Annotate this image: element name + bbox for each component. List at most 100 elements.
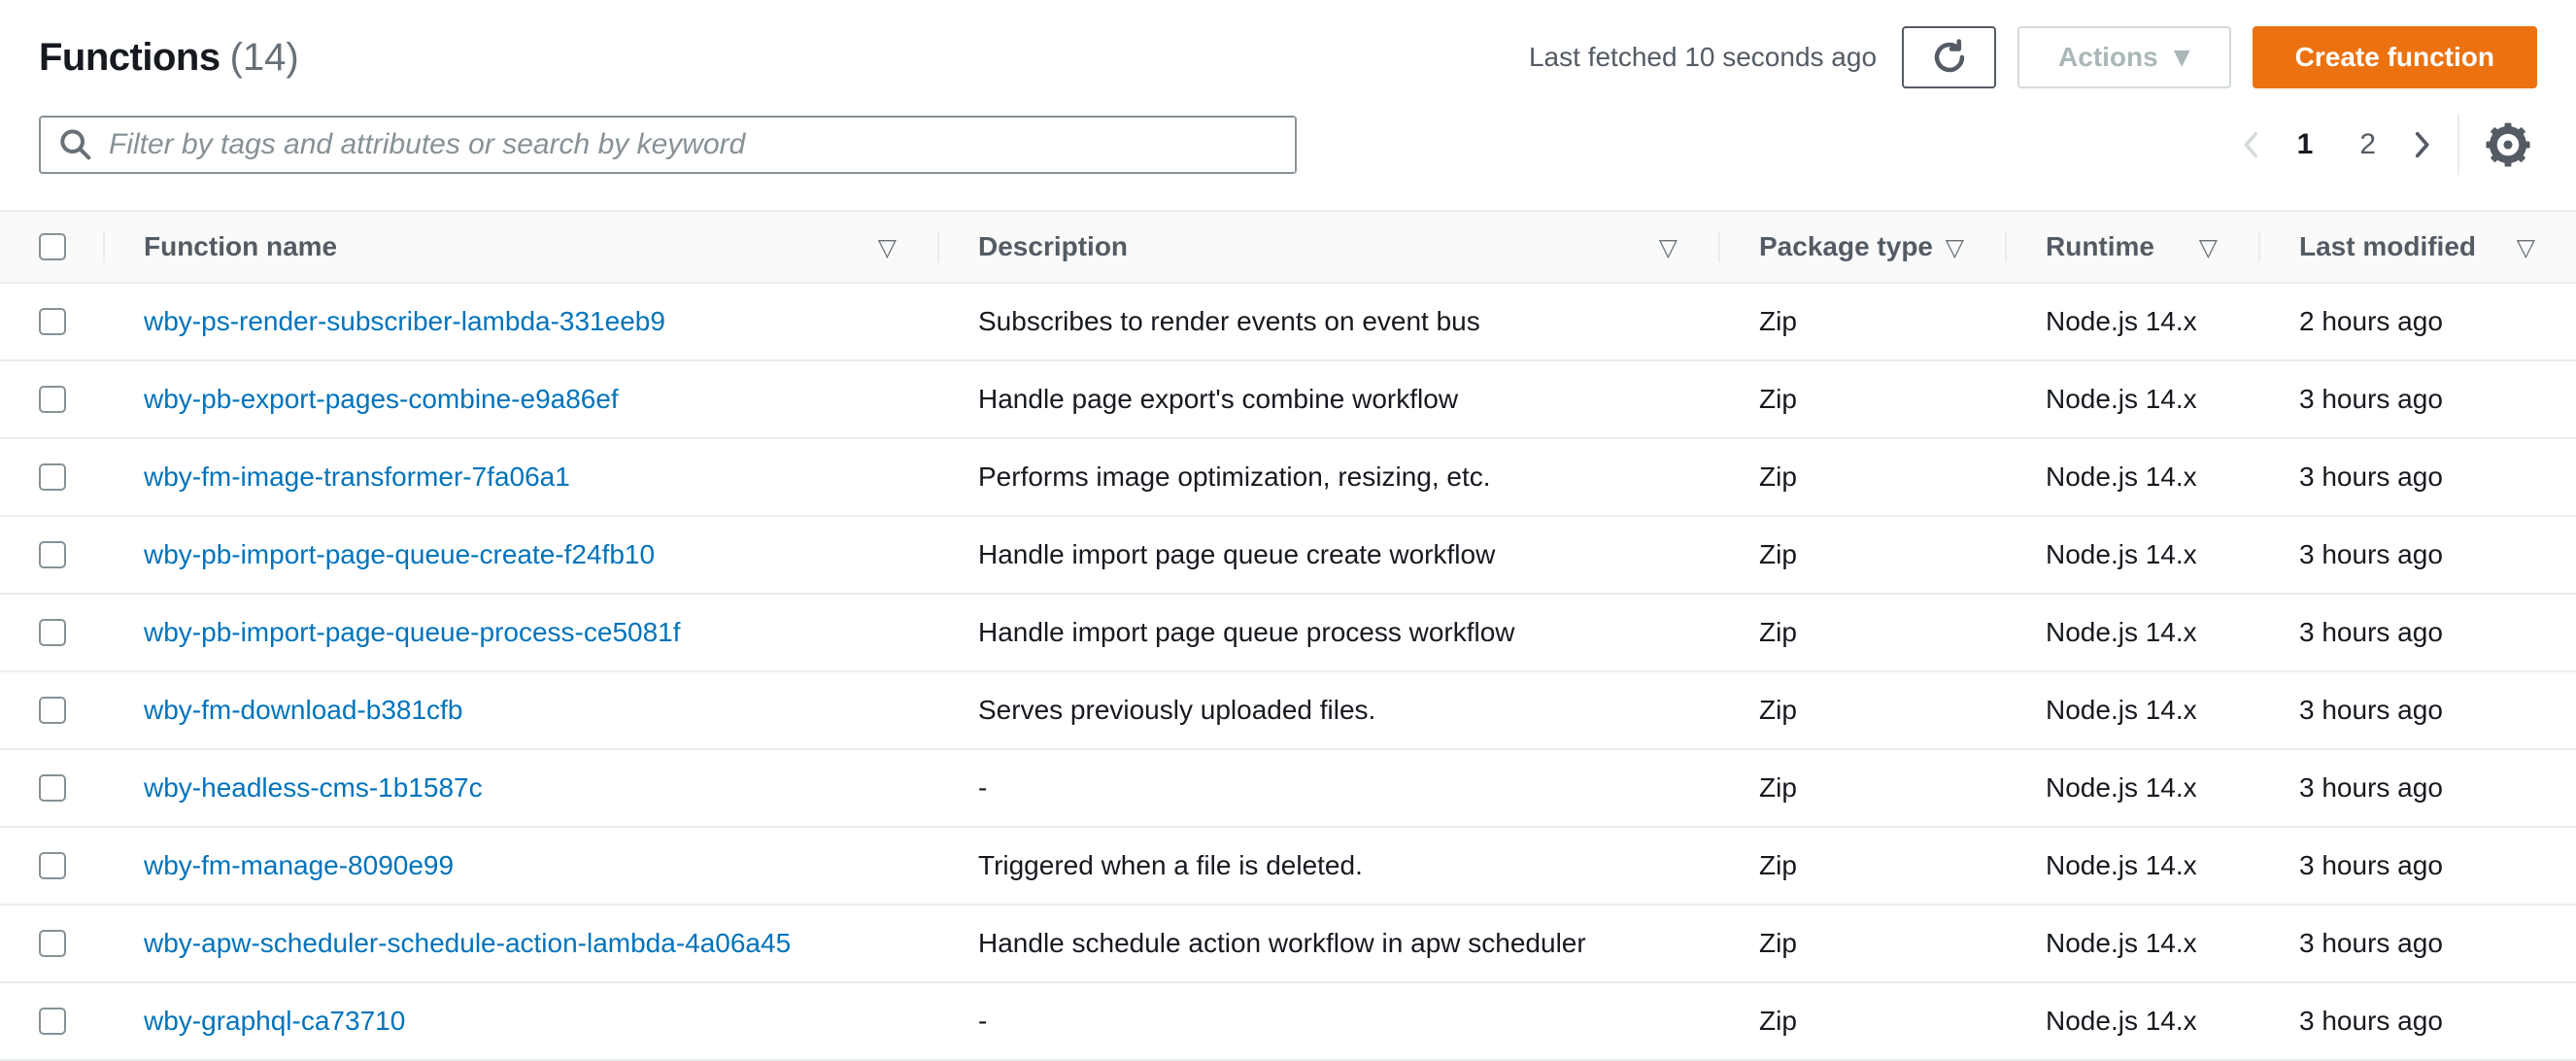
function-name-link[interactable]: wby-apw-scheduler-schedule-action-lambda… (144, 928, 791, 958)
package-type-cell: Zip (1759, 772, 1797, 803)
row-checkbox[interactable] (39, 1008, 66, 1035)
last-modified-cell: 2 hours ago (2299, 306, 2443, 336)
row-checkbox-cell (0, 439, 103, 515)
table-row: wby-ps-render-subscriber-lambda-331eeb9 … (0, 284, 2576, 361)
last-modified-cell: 3 hours ago (2299, 462, 2443, 492)
row-checkbox[interactable] (39, 308, 66, 335)
functions-table: Function name ▽ Description ▽ Package ty… (0, 210, 2576, 1061)
chevron-left-icon[interactable] (2229, 122, 2274, 167)
column-header-label: Package type (1759, 231, 1933, 261)
gear-icon (2483, 120, 2533, 170)
column-header-description[interactable]: Description ▽ (937, 212, 1718, 282)
pagination: 1 2 (2229, 115, 2537, 175)
row-checkbox-cell (0, 672, 103, 748)
toolbar: Functions (14) Last fetched 10 seconds ag… (0, 25, 2576, 175)
refresh-button[interactable] (1902, 26, 1997, 88)
row-checkbox[interactable] (39, 852, 66, 879)
function-name-link[interactable]: wby-fm-manage-8090e99 (144, 850, 454, 880)
last-modified-cell: 3 hours ago (2299, 617, 2443, 647)
table-row: wby-fm-manage-8090e99 Triggered when a f… (0, 828, 2576, 906)
table-row: wby-apw-scheduler-schedule-action-lambda… (0, 906, 2576, 983)
function-name-link[interactable]: wby-pb-import-page-queue-create-f24fb10 (144, 539, 655, 569)
create-function-button[interactable]: Create function (2252, 26, 2537, 88)
last-fetched-text: Last fetched 10 seconds ago (1528, 42, 1878, 72)
chevron-right-icon[interactable] (2399, 122, 2444, 167)
column-header-label: Function name (144, 231, 338, 261)
function-count: (14) (229, 35, 299, 79)
runtime-cell: Node.js 14.x (2046, 539, 2197, 569)
runtime-cell: Node.js 14.x (2046, 462, 2197, 492)
last-modified-cell: 3 hours ago (2299, 928, 2443, 958)
row-checkbox-cell (0, 517, 103, 593)
package-type-cell: Zip (1759, 1006, 1797, 1036)
table-row: wby-pb-export-pages-combine-e9a86ef Hand… (0, 361, 2576, 439)
sort-icon: ▽ (1658, 232, 1678, 261)
actions-button[interactable]: Actions ▼ (2017, 26, 2231, 88)
row-checkbox[interactable] (39, 930, 66, 957)
page-title-text: Functions (39, 35, 220, 79)
table-row: wby-pb-import-page-queue-create-f24fb10 … (0, 517, 2576, 595)
function-name-link[interactable]: wby-graphql-ca73710 (144, 1006, 405, 1036)
description-cell: Triggered when a file is deleted. (978, 850, 1363, 880)
row-checkbox-cell (0, 828, 103, 904)
table-header-checkbox-cell (0, 212, 103, 282)
row-checkbox-cell (0, 906, 103, 981)
sort-icon: ▽ (877, 232, 897, 261)
row-checkbox[interactable] (39, 463, 66, 491)
row-checkbox[interactable] (39, 541, 66, 568)
function-name-link[interactable]: wby-headless-cms-1b1587c (144, 772, 483, 803)
row-checkbox[interactable] (39, 697, 66, 724)
function-name-link[interactable]: wby-pb-export-pages-combine-e9a86ef (144, 384, 619, 414)
column-header-label: Runtime (2046, 231, 2154, 261)
column-header-label: Description (978, 231, 1129, 261)
table-row: wby-fm-image-transformer-7fa06a1 Perform… (0, 439, 2576, 517)
page-number-2[interactable]: 2 (2344, 128, 2391, 161)
refresh-icon (1929, 37, 1970, 78)
package-type-cell: Zip (1759, 384, 1797, 414)
runtime-cell: Node.js 14.x (2046, 850, 2197, 880)
package-type-cell: Zip (1759, 850, 1797, 880)
function-name-link[interactable]: wby-ps-render-subscriber-lambda-331eeb9 (144, 306, 665, 336)
sort-icon: ▽ (2516, 232, 2535, 261)
table-row: wby-fm-download-b381cfb Serves previousl… (0, 672, 2576, 750)
search-box (39, 116, 1297, 174)
column-header-label: Last modified (2299, 231, 2477, 261)
row-checkbox-cell (0, 361, 103, 437)
package-type-cell: Zip (1759, 695, 1797, 725)
row-checkbox-cell (0, 750, 103, 826)
column-header-last-modified[interactable]: Last modified ▽ (2258, 212, 2576, 282)
last-modified-cell: 3 hours ago (2299, 539, 2443, 569)
table-row: wby-graphql-ca73710 - Zip Node.js 14.x 3… (0, 983, 2576, 1061)
settings-button[interactable] (2479, 116, 2537, 174)
runtime-cell: Node.js 14.x (2046, 1006, 2197, 1036)
row-checkbox[interactable] (39, 774, 66, 802)
description-cell: - (978, 772, 988, 803)
function-name-link[interactable]: wby-fm-image-transformer-7fa06a1 (144, 462, 570, 492)
description-cell: Serves previously uploaded files. (978, 695, 1376, 725)
runtime-cell: Node.js 14.x (2046, 772, 2197, 803)
package-type-cell: Zip (1759, 617, 1797, 647)
description-cell: Performs image optimization, resizing, e… (978, 462, 1491, 492)
select-all-checkbox[interactable] (39, 233, 66, 260)
function-name-link[interactable]: wby-fm-download-b381cfb (144, 695, 462, 725)
column-header-package-type[interactable]: Package type ▽ (1718, 212, 2005, 282)
table-body: wby-ps-render-subscriber-lambda-331eeb9 … (0, 284, 2576, 1061)
page-title: Functions (14) (39, 36, 299, 80)
table-row: wby-pb-import-page-queue-process-ce5081f… (0, 595, 2576, 672)
row-checkbox[interactable] (39, 386, 66, 413)
row-checkbox[interactable] (39, 619, 66, 646)
column-header-function-name[interactable]: Function name ▽ (103, 212, 937, 282)
column-header-runtime[interactable]: Runtime ▽ (2005, 212, 2258, 282)
search-input[interactable] (109, 118, 1295, 172)
last-modified-cell: 3 hours ago (2299, 695, 2443, 725)
description-cell: Handle import page queue process workflo… (978, 617, 1515, 647)
package-type-cell: Zip (1759, 306, 1797, 336)
function-name-link[interactable]: wby-pb-import-page-queue-process-ce5081f (144, 617, 681, 647)
table-header-row: Function name ▽ Description ▽ Package ty… (0, 210, 2576, 284)
package-type-cell: Zip (1759, 928, 1797, 958)
table-row: wby-headless-cms-1b1587c - Zip Node.js 1… (0, 750, 2576, 828)
caret-down-icon: ▼ (2173, 45, 2190, 70)
page-number-1[interactable]: 1 (2282, 128, 2329, 161)
create-function-label: Create function (2294, 42, 2494, 72)
last-modified-cell: 3 hours ago (2299, 772, 2443, 803)
